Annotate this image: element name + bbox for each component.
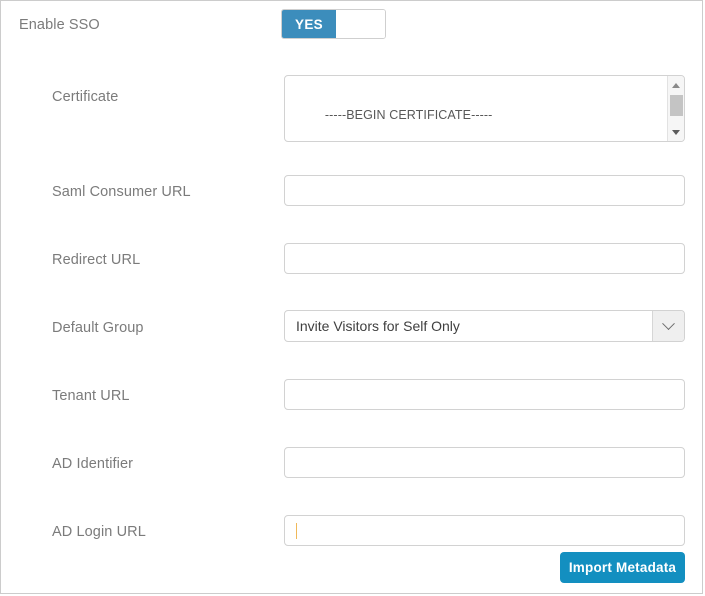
saml-consumer-url-input[interactable] bbox=[284, 175, 685, 206]
certificate-label: Certificate bbox=[52, 89, 119, 105]
tenant-url-input[interactable] bbox=[284, 379, 685, 410]
redirect-url-input[interactable] bbox=[284, 243, 685, 274]
text-caret bbox=[296, 523, 297, 539]
default-group-label: Default Group bbox=[52, 320, 144, 336]
chevron-down-icon[interactable] bbox=[652, 311, 684, 341]
ad-identifier-input[interactable] bbox=[284, 447, 685, 478]
import-metadata-button[interactable]: Import Metadata bbox=[560, 552, 685, 583]
caret-down-icon[interactable] bbox=[668, 125, 684, 139]
certificate-textarea[interactable]: -----BEGIN CERTIFICATE----- <Certificate… bbox=[284, 75, 685, 142]
scrollbar-thumb[interactable] bbox=[670, 95, 683, 116]
enable-sso-toggle[interactable]: YES bbox=[281, 9, 386, 39]
ad-login-url-input[interactable] bbox=[284, 515, 685, 546]
enable-sso-label: Enable SSO bbox=[19, 17, 100, 33]
caret-up-icon[interactable] bbox=[668, 78, 684, 92]
default-group-select[interactable]: Invite Visitors for Self Only bbox=[284, 310, 685, 342]
certificate-content[interactable]: -----BEGIN CERTIFICATE----- <Certificate… bbox=[285, 76, 662, 141]
sso-settings-panel: Enable SSO YES Certificate -----BEGIN CE… bbox=[0, 0, 703, 594]
ad-identifier-label: AD Identifier bbox=[52, 456, 134, 472]
default-group-selected-value: Invite Visitors for Self Only bbox=[296, 318, 460, 334]
certificate-begin-line: -----BEGIN CERTIFICATE----- bbox=[324, 108, 493, 122]
certificate-scrollbar[interactable] bbox=[667, 76, 684, 141]
toggle-knob[interactable] bbox=[336, 10, 385, 38]
toggle-on-label: YES bbox=[282, 10, 336, 38]
redirect-url-label: Redirect URL bbox=[52, 252, 141, 268]
tenant-url-label: Tenant URL bbox=[52, 388, 130, 404]
ad-login-url-label: AD Login URL bbox=[52, 524, 146, 540]
saml-consumer-url-label: Saml Consumer URL bbox=[52, 184, 191, 200]
